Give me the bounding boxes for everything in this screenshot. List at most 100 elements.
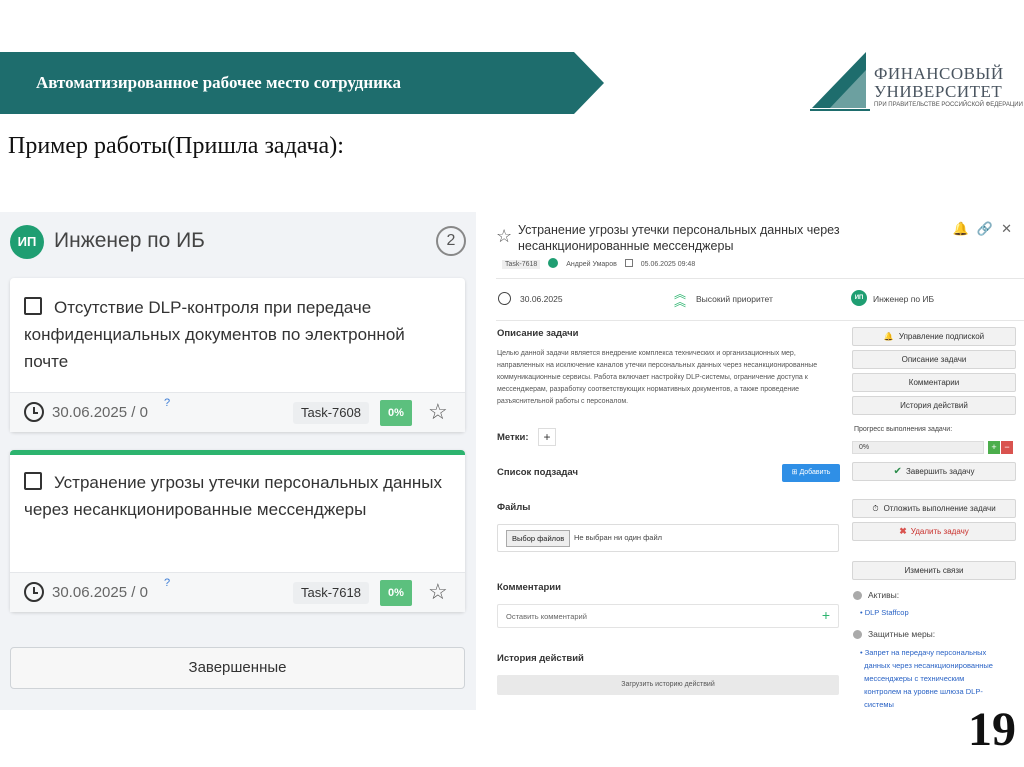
- measure-line: мессенджеры с техническим: [864, 674, 965, 683]
- shield-icon: [853, 630, 862, 639]
- progress-value: 0%: [859, 444, 870, 451]
- logo-text-line3: ПРИ ПРАВИТЕЛЬСТВЕ РОССИЙСКОЙ ФЕДЕРАЦИИ: [874, 102, 1023, 108]
- task-detail-title: Устранение угрозы утечки персональных да…: [518, 223, 840, 253]
- postpone-task-button[interactable]: ⏱ Отложить выполнение задачи: [852, 499, 1016, 518]
- university-logo: ФИНАНСОВЫЙ УНИВЕРСИТЕТ ПРИ ПРАВИТЕЛЬСТВЕ…: [808, 48, 1023, 114]
- file-status: Не выбран ни один файл: [574, 533, 663, 542]
- measures-heading: Защитные меры:: [868, 629, 936, 639]
- history-heading: История действий: [497, 653, 584, 664]
- task-assignee: Инженер по ИБ: [873, 294, 935, 304]
- add-comment-button[interactable]: +: [822, 607, 830, 623]
- help-icon[interactable]: ?: [164, 577, 170, 589]
- task-description: Целью данной задачи является внедрение к…: [497, 350, 818, 405]
- progress-badge: 0%: [380, 400, 412, 426]
- star-icon[interactable]: ☆: [496, 226, 512, 247]
- slide-subtitle: Пример работы(Пришла задача):: [8, 133, 344, 159]
- postpone-task-label: Отложить выполнение задачи: [883, 504, 996, 513]
- task-priority: Высокий приоритет: [696, 294, 773, 304]
- task-card-footer: 30.06.2025 / 0 ? Task-7618 0% ☆: [10, 572, 465, 612]
- description-nav-button[interactable]: Описание задачи: [852, 350, 1016, 369]
- close-icon[interactable]: ✕: [1001, 221, 1020, 236]
- task-id-badge: Task-7608: [293, 402, 369, 424]
- column-title: Инженер по ИБ: [54, 229, 205, 252]
- file-upload-field: Выбор файлов Не выбран ни один файл: [497, 524, 839, 552]
- choose-file-button[interactable]: Выбор файлов: [506, 530, 571, 547]
- increase-progress-button[interactable]: +: [988, 441, 1000, 454]
- help-icon[interactable]: ?: [164, 397, 170, 409]
- decrease-progress-button[interactable]: −: [1001, 441, 1013, 454]
- delete-task-button[interactable]: ✖ Удалить задачу: [852, 522, 1016, 541]
- clock-icon: [498, 292, 511, 305]
- assets-heading: Активы:: [868, 590, 900, 600]
- delete-task-label: Удалить задачу: [910, 527, 969, 536]
- task-tag: Task-7618: [502, 260, 541, 269]
- complete-task-label: Завершить задачу: [905, 467, 975, 476]
- progress-label: Прогресс выполнения задачи:: [854, 426, 953, 433]
- description-heading: Описание задачи: [497, 328, 579, 339]
- task-id-badge: Task-7618: [293, 582, 369, 604]
- logo-emblem: [810, 52, 870, 111]
- assignee-avatar: ИП: [851, 290, 867, 306]
- assets-icon: [853, 591, 862, 600]
- slide-title-banner: Автоматизированное рабочее место сотрудн…: [0, 52, 604, 114]
- add-subtask-label: Добавить: [799, 469, 831, 476]
- task-due-date: 30.06.2025: [520, 294, 563, 304]
- history-nav-button[interactable]: История действий: [852, 396, 1016, 415]
- measure-line: Запрет на передачу персональных: [864, 648, 987, 657]
- comment-placeholder: Оставить комментарий: [506, 612, 587, 621]
- detail-toolbar: 🔔🔗✕: [953, 221, 1020, 237]
- measure-line: данных через несанкционированные: [864, 661, 993, 670]
- asset-link-label: DLP Staffcop: [864, 608, 909, 617]
- add-tag-button[interactable]: +: [538, 428, 556, 446]
- logo-text-line2: УНИВЕРСИТЕТ: [874, 82, 1003, 101]
- task-due-date: 30.06.2025 / 0: [52, 584, 148, 601]
- files-heading: Файлы: [497, 502, 531, 513]
- avatar: ИП: [10, 225, 44, 259]
- link-icon[interactable]: 🔗: [977, 221, 1001, 236]
- task-card[interactable]: Отсутствие DLP-контроля при передаче кон…: [10, 278, 465, 432]
- progress-bar: 0%: [852, 441, 984, 454]
- comment-input[interactable]: Оставить комментарий +: [497, 604, 839, 628]
- page-number: 19: [968, 703, 1016, 756]
- column-header: ИП Инженер по ИБ 2: [10, 222, 466, 262]
- author-avatar: [548, 258, 559, 268]
- task-checkbox[interactable]: [24, 297, 42, 315]
- task-card-footer: 30.06.2025 / 0 ? Task-7608 0% ☆: [10, 392, 465, 432]
- star-icon[interactable]: ☆: [428, 578, 448, 606]
- task-created: 05.06.2025 09:48: [640, 261, 696, 268]
- bell-icon: 🔔: [883, 332, 894, 341]
- add-subtask-button[interactable]: ⊞ Добавить: [782, 464, 840, 482]
- manage-subscription-label: Управление подпиской: [898, 332, 985, 341]
- task-board-column: ИП Инженер по ИБ 2 Отсутствие DLP-контро…: [0, 212, 476, 710]
- clock-icon: [24, 402, 44, 422]
- task-title: Отсутствие DLP-контроля при передаче кон…: [24, 298, 405, 371]
- task-detail-panel: ☆ Устранение угрозы утечки персональных …: [488, 212, 1024, 738]
- task-due-date: 30.06.2025 / 0: [52, 404, 148, 421]
- load-history-button[interactable]: Загрузить историю действий: [497, 675, 839, 695]
- check-icon: ✔: [893, 466, 902, 477]
- clock-icon: [24, 582, 44, 602]
- asset-link[interactable]: • DLP Staffcop: [860, 606, 909, 619]
- manage-subscription-button[interactable]: 🔔 Управление подпиской: [852, 327, 1016, 346]
- completed-tasks-button[interactable]: Завершенные: [10, 647, 465, 689]
- measure-line: контролем на уровне шлюза DLP-: [864, 687, 983, 696]
- progress-badge: 0%: [380, 580, 412, 606]
- divider: [496, 320, 1024, 321]
- calendar-icon: [624, 259, 633, 267]
- task-card[interactable]: Устранение угрозы утечки персональных да…: [10, 450, 465, 612]
- slide-title: Автоматизированное рабочее место сотрудн…: [36, 73, 401, 92]
- task-checkbox[interactable]: [24, 472, 42, 490]
- clock-icon: ⏱: [872, 504, 879, 513]
- task-meta: Task-7618 Андрей Умаров 05.06.2025 09:48: [502, 258, 701, 269]
- star-icon[interactable]: ☆: [428, 398, 448, 426]
- complete-task-button[interactable]: ✔ Завершить задачу: [852, 462, 1016, 481]
- task-author: Андрей Умаров: [566, 261, 617, 268]
- logo-text-line1: ФИНАНСОВЫЙ: [874, 64, 1004, 83]
- bell-icon[interactable]: 🔔: [953, 221, 977, 236]
- task-title: Устранение угрозы утечки персональных да…: [24, 473, 442, 519]
- priority-chevrons-icon: ︽ ︽: [674, 287, 687, 309]
- delete-icon: ✖: [899, 526, 907, 536]
- change-links-button[interactable]: Изменить связи: [852, 561, 1016, 580]
- comments-heading: Комментарии: [497, 582, 561, 593]
- comments-nav-button[interactable]: Комментарии: [852, 373, 1016, 392]
